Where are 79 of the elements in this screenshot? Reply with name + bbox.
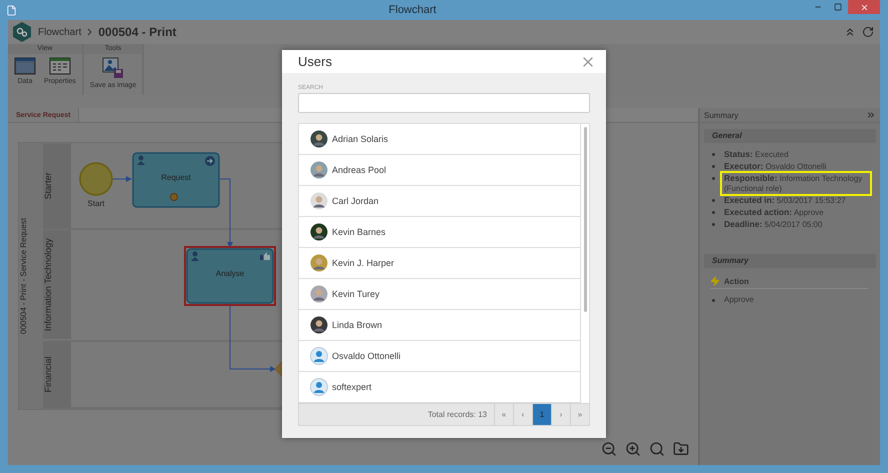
page-button[interactable]: 1 [532,404,551,425]
avatar-icon [310,130,328,148]
connector-arrow [218,178,233,248]
avatar-icon [310,223,328,241]
avatar-icon [310,254,328,272]
bullet-icon [712,153,715,156]
avatar-icon [310,192,328,210]
logo-icon [12,21,32,43]
summary-field: Executed in: 5/03/2017 15:53:27 [720,193,872,208]
chevron-icon [87,28,92,36]
action-heading: Action [724,276,749,286]
user-row[interactable]: Linda Brown [299,310,581,341]
arrow-circle-icon [205,156,215,166]
status-icon [170,193,178,201]
user-row[interactable]: Kevin Turey [299,279,581,310]
search-icon [649,441,665,457]
avatar-icon [310,285,328,303]
user-row[interactable]: Kevin J. Harper [299,248,581,279]
bullet-icon [712,223,715,226]
thumbs-up-icon [260,252,270,260]
bullet-icon [712,165,715,168]
action-item: Approve [723,294,755,306]
avatar-icon [310,161,328,179]
summary-field: Deadline: 5/04/2017 05:00 [720,217,872,232]
user-icon [310,347,328,365]
search-field[interactable] [298,93,590,113]
summary-field: Responsible: Information Technology (Functional role) [720,171,872,196]
page-button[interactable]: « [494,404,513,425]
zoom-out-icon [601,441,617,457]
refresh-icon[interactable] [862,26,874,38]
dialog-title: Users [298,54,332,69]
user-row[interactable]: Andreas Pool [299,155,581,186]
maximize-icon [834,3,842,11]
scrollbar[interactable] [584,127,586,312]
section-heading: General [704,129,876,143]
folder-icon [673,441,689,457]
user-row[interactable]: Adrian Solaris [299,124,581,155]
page-button[interactable]: › [551,404,570,425]
lane-label: Financial [43,342,71,407]
summary-field: Status: Executed [720,147,872,162]
start-event[interactable] [79,162,113,196]
avatar-icon [310,316,328,334]
close-button[interactable] [848,0,880,14]
user-row[interactable]: Carl Jordan [299,186,581,217]
user-row[interactable]: Kevin Barnes [299,217,581,248]
pool-label: 000504 - Print - Service Request [19,143,43,409]
person-icon [191,252,199,261]
summary-field: Executed action: Approve [720,205,872,220]
task-node[interactable] [132,152,220,208]
section-heading: Summary [704,254,876,268]
node-label: Analyse [216,269,244,278]
bullet-icon [712,211,715,214]
lane-label: Information Technology [43,230,71,340]
zoom-in-icon [625,441,641,457]
total-records: Total records: 13 [428,410,487,419]
node-label: Request [161,173,191,182]
bullet-icon [712,199,715,202]
lane-label: Starter [43,143,71,228]
expand-icon[interactable] [866,110,876,120]
panel-title: Summary [704,110,738,120]
file-icon [6,4,17,16]
window-icon [14,57,36,75]
collapse-icon[interactable] [844,26,856,38]
page-button[interactable]: » [570,404,589,425]
breadcrumb-link[interactable]: Flowchart [38,26,82,38]
node-label: Start [88,199,104,208]
summary-field: Executor: Osvaldo Ottonelli [720,159,872,174]
user-icon [310,378,328,396]
page-title: 000504 - Print [98,25,176,39]
person-icon [137,156,145,165]
lightning-icon [710,276,720,286]
close-icon [860,2,868,12]
bullet-icon [712,299,715,302]
connector-arrow [112,176,132,182]
bullet-icon [712,177,715,180]
save-image-icon [102,57,124,79]
user-row[interactable]: Osvaldo Ottonelli [299,341,581,372]
properties-icon [48,57,71,75]
window-title: Flowchart [388,4,438,16]
